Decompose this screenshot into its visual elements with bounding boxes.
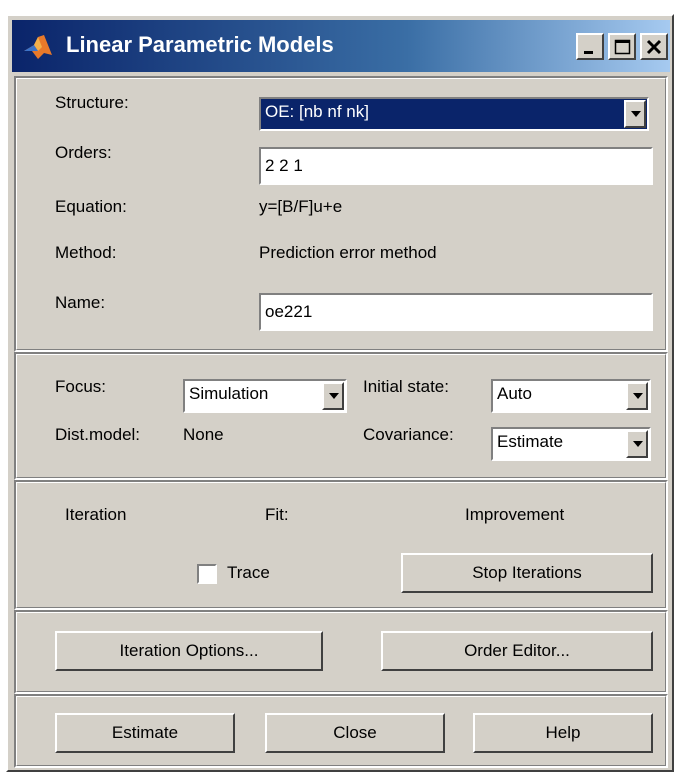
structure-value: OE: [nb nf nk]	[265, 102, 369, 121]
improvement-header: Improvement	[465, 505, 565, 524]
fit-header: Fit:	[265, 505, 289, 524]
minimize-button[interactable]	[576, 33, 604, 60]
model-panel: Structure: OE: [nb nf nk] Orders: Equati…	[14, 76, 668, 352]
initial-state-select[interactable]: Auto	[491, 379, 651, 413]
title-bar[interactable]: Linear Parametric Models	[12, 20, 670, 72]
matlab-icon	[24, 35, 52, 59]
focus-select[interactable]: Simulation	[183, 379, 347, 413]
maximize-icon	[614, 39, 631, 55]
initial-state-label: Initial state:	[363, 377, 449, 396]
focus-value: Simulation	[189, 384, 269, 403]
initial-state-value: Auto	[497, 384, 532, 403]
iteration-header: Iteration	[65, 505, 127, 524]
tools-panel: Iteration Options... Order Editor...	[14, 610, 668, 694]
chevron-down-icon	[633, 441, 643, 447]
name-input[interactable]	[263, 297, 649, 327]
orders-input[interactable]	[263, 151, 649, 181]
dist-model-label: Dist.model:	[55, 425, 141, 444]
equation-label: Equation:	[55, 197, 127, 216]
orders-field[interactable]	[259, 147, 653, 185]
actions-panel: Estimate Close Help	[14, 694, 668, 768]
covariance-dropdown-button[interactable]	[626, 430, 648, 458]
minimize-icon	[584, 51, 593, 54]
iteration-panel: Iteration Fit: Improvement Trace Stop It…	[14, 480, 668, 610]
iteration-options-button[interactable]: Iteration Options...	[55, 631, 323, 671]
close-button[interactable]	[640, 33, 668, 60]
options-panel: Focus: Simulation Initial state: Auto Di…	[14, 352, 668, 480]
name-field[interactable]	[259, 293, 653, 331]
linear-parametric-models-window: Linear Parametric Models Structure: OE: …	[6, 14, 674, 772]
chevron-down-icon	[329, 393, 339, 399]
covariance-value: Estimate	[497, 432, 564, 451]
estimate-button[interactable]: Estimate	[55, 713, 235, 753]
name-label: Name:	[55, 293, 106, 312]
initial-state-dropdown-button[interactable]	[626, 382, 648, 410]
chevron-down-icon	[631, 111, 641, 117]
dist-model-value: None	[183, 425, 224, 444]
focus-label: Focus:	[55, 377, 107, 396]
structure-dropdown-button[interactable]	[624, 100, 646, 128]
close-dialog-button[interactable]: Close	[265, 713, 445, 753]
method-label: Method:	[55, 243, 117, 262]
order-editor-button[interactable]: Order Editor...	[381, 631, 653, 671]
window-title: Linear Parametric Models	[66, 32, 334, 57]
help-button[interactable]: Help	[473, 713, 653, 753]
focus-dropdown-button[interactable]	[322, 382, 344, 410]
covariance-label: Covariance:	[363, 425, 454, 444]
method-value: Prediction error method	[259, 243, 437, 262]
trace-label: Trace	[227, 563, 270, 582]
stop-iterations-button[interactable]: Stop Iterations	[401, 553, 653, 593]
equation-value: y=[B/F]u+e	[259, 197, 343, 216]
orders-label: Orders:	[55, 143, 112, 162]
structure-select[interactable]: OE: [nb nf nk]	[259, 97, 649, 131]
maximize-button[interactable]	[608, 33, 636, 60]
chevron-down-icon	[633, 393, 643, 399]
structure-label: Structure:	[55, 93, 129, 112]
trace-checkbox[interactable]	[197, 564, 217, 584]
close-icon	[646, 39, 662, 55]
covariance-select[interactable]: Estimate	[491, 427, 651, 461]
